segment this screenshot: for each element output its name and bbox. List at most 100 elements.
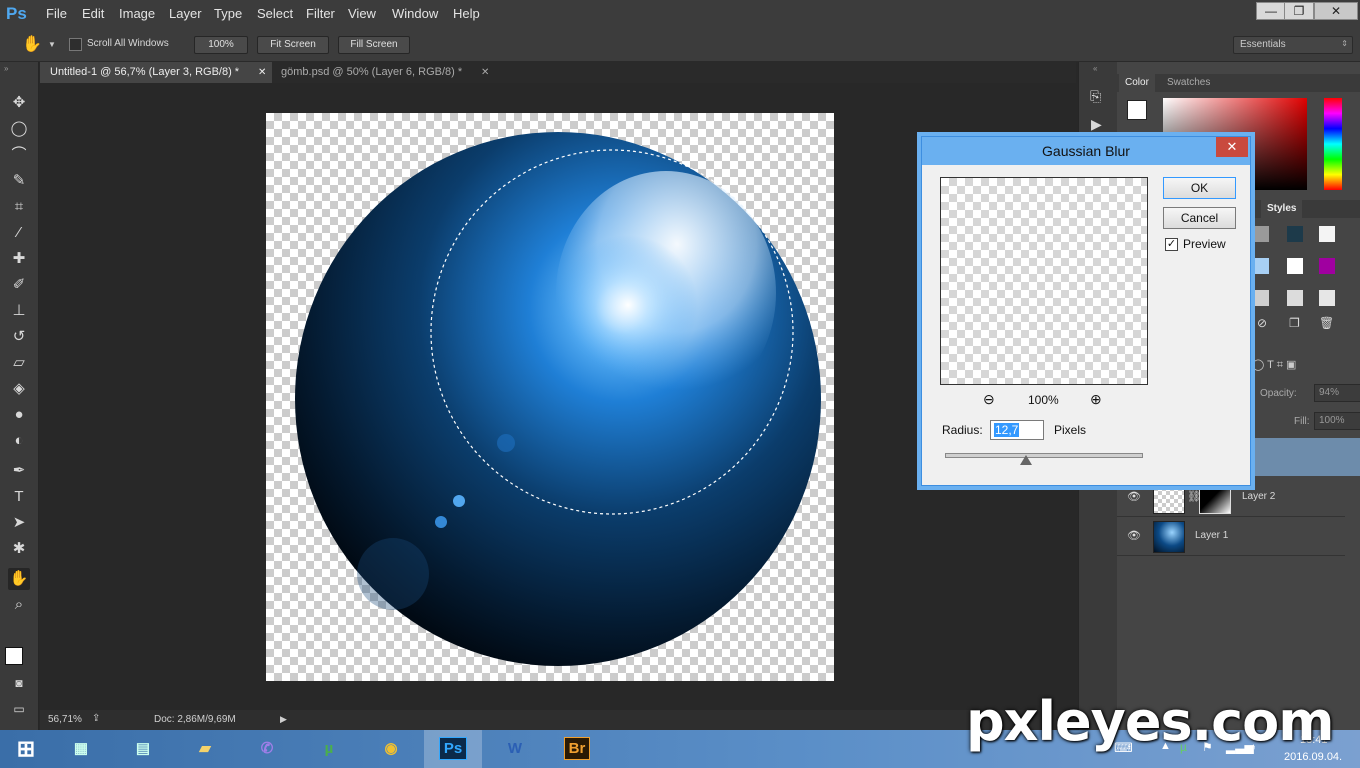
actions-panel-icon[interactable]: ▶ (1091, 116, 1102, 133)
style-swatch[interactable] (1287, 258, 1303, 274)
utorrent-icon[interactable]: µ (300, 730, 358, 768)
style-swatch[interactable] (1319, 226, 1335, 242)
clone-stamp-icon[interactable]: ⊥ (8, 300, 30, 322)
word-icon[interactable]: W (486, 730, 544, 768)
lasso-icon[interactable]: ⌒ (8, 144, 30, 166)
zoom-100-button[interactable]: 100% (194, 36, 248, 54)
close-tab-icon[interactable]: ✕ (481, 62, 489, 83)
calculator-icon[interactable]: ▦ (52, 730, 110, 768)
windows-start-icon[interactable]: ⊞ (0, 730, 52, 768)
chrome-icon[interactable]: ◉ (362, 730, 420, 768)
cancel-button[interactable]: Cancel (1163, 207, 1236, 229)
opacity-field[interactable]: 94% (1314, 384, 1360, 402)
trash-icon[interactable]: 🗑 (1319, 316, 1334, 330)
notepad-icon[interactable]: ▤ (114, 730, 172, 768)
new-style-icon[interactable]: ❐ (1289, 316, 1300, 330)
crop-icon[interactable]: ⌗ (8, 196, 30, 218)
layer-name[interactable]: Layer 2 (1242, 491, 1275, 502)
preview-checkbox[interactable]: ✓ (1165, 238, 1178, 251)
menu-select[interactable]: Select (257, 6, 293, 21)
custom-shape-icon[interactable]: ✱ (8, 538, 30, 560)
style-swatch[interactable] (1253, 290, 1269, 306)
tab-untitled-1[interactable]: Untitled-1 @ 56,7% (Layer 3, RGB/8) * ✕ (40, 62, 272, 83)
layer-filter-icons[interactable]: ◯ T ⌗ ▣ (1252, 358, 1296, 372)
workspace-select[interactable]: Essentials ⇕ (1233, 36, 1353, 54)
move-tool-icon[interactable]: ✥ (8, 92, 30, 114)
style-swatch[interactable] (1319, 258, 1335, 274)
chevron-down-icon[interactable]: ▼ (48, 40, 56, 49)
zoom-out-icon[interactable]: ⊖ (983, 391, 995, 408)
style-swatch[interactable] (1287, 290, 1303, 306)
menu-filter[interactable]: Filter (306, 6, 335, 21)
eyedropper-icon[interactable]: ⁄ (8, 222, 30, 244)
blur-tool-icon[interactable]: ● (8, 404, 30, 426)
layer-name[interactable]: Layer 1 (1195, 530, 1228, 541)
history-brush-icon[interactable]: ↺ (8, 326, 30, 348)
hand-tool-preset-icon[interactable]: ✋ (22, 34, 42, 54)
ok-button[interactable]: OK (1163, 177, 1236, 199)
restore-button[interactable]: ❐ (1284, 2, 1314, 20)
fit-screen-button[interactable]: Fit Screen (257, 36, 329, 54)
hue-slider[interactable] (1324, 98, 1342, 190)
photoshop-taskbar-button[interactable]: Ps (424, 730, 482, 768)
close-button[interactable]: ✕ (1314, 2, 1358, 20)
menu-view[interactable]: View (348, 6, 376, 21)
status-menu-arrow-icon[interactable]: ▶ (280, 714, 287, 725)
fg-color-chip[interactable] (1127, 100, 1147, 120)
eye-icon[interactable]: 👁 (1127, 529, 1141, 543)
delete-style-icon[interactable]: ⊘ (1257, 316, 1267, 330)
radius-input[interactable]: 12,7 (990, 420, 1044, 440)
close-tab-icon[interactable]: ✕ (258, 62, 266, 83)
zoom-in-icon[interactable]: ⊕ (1090, 391, 1102, 408)
collapse-icon[interactable]: » (4, 64, 8, 73)
bridge-taskbar-button[interactable]: Br (548, 730, 606, 768)
dialog-close-icon[interactable]: ✕ (1216, 137, 1248, 157)
menu-type[interactable]: Type (214, 6, 242, 21)
pen-icon[interactable]: ✒ (8, 460, 30, 482)
tab-swatches[interactable]: Swatches (1161, 74, 1216, 92)
foreground-color-swatch[interactable] (5, 647, 23, 665)
menu-file[interactable]: File (46, 6, 67, 21)
style-swatch[interactable] (1319, 290, 1335, 306)
style-swatch[interactable] (1253, 226, 1269, 242)
style-swatch[interactable] (1253, 258, 1269, 274)
quick-mask-icon[interactable]: ◙ (8, 672, 30, 694)
history-panel-icon[interactable]: ⎘ (1090, 88, 1101, 105)
elliptical-marquee-icon[interactable]: ◯ (8, 118, 30, 140)
dodge-icon[interactable]: ◐ (8, 430, 30, 452)
selected-layer-row[interactable] (1249, 438, 1360, 476)
tab-color[interactable]: Color (1119, 74, 1155, 92)
layer-row[interactable]: 👁 Layer 1 (1117, 517, 1345, 556)
zoom-readout[interactable]: 56,71% (48, 714, 82, 725)
dialog-title[interactable]: Gaussian Blur (922, 137, 1250, 165)
file-explorer-icon[interactable]: ▰ (176, 730, 234, 768)
radius-slider-track[interactable] (945, 453, 1143, 458)
eye-icon[interactable]: 👁 (1127, 490, 1141, 504)
scroll-all-windows-checkbox[interactable] (69, 38, 82, 51)
blur-preview[interactable] (940, 177, 1148, 385)
menu-edit[interactable]: Edit (82, 6, 104, 21)
tab-gomb-psd[interactable]: gömb.psd @ 50% (Layer 6, RGB/8) * ✕ (271, 62, 503, 83)
fill-field[interactable]: 100% (1314, 412, 1360, 430)
menu-image[interactable]: Image (119, 6, 155, 21)
path-selection-icon[interactable]: ➤ (8, 512, 30, 534)
menu-layer[interactable]: Layer (169, 6, 202, 21)
style-swatch[interactable] (1287, 226, 1303, 242)
tab-styles[interactable]: Styles (1261, 200, 1303, 218)
document-canvas[interactable] (266, 113, 834, 681)
menu-window[interactable]: Window (392, 6, 438, 21)
hand-tool-icon[interactable]: ✋ (8, 568, 30, 590)
screen-mode-icon[interactable]: ▭ (8, 698, 30, 720)
brush-icon[interactable]: ✐ (8, 274, 30, 296)
fill-screen-button[interactable]: Fill Screen (338, 36, 410, 54)
quick-selection-icon[interactable]: ✎ (8, 170, 30, 192)
healing-brush-icon[interactable]: ✚ (8, 248, 30, 270)
eraser-icon[interactable]: ▱ (8, 352, 30, 374)
collapse-icon[interactable]: « (1093, 64, 1097, 73)
minimize-button[interactable]: — (1256, 2, 1286, 20)
radius-slider-thumb[interactable] (1020, 455, 1032, 465)
export-icon[interactable]: ⇪ (92, 713, 100, 724)
viber-icon[interactable]: ✆ (238, 730, 296, 768)
menu-help[interactable]: Help (453, 6, 480, 21)
layer-mask-thumbnail[interactable] (1199, 482, 1231, 514)
